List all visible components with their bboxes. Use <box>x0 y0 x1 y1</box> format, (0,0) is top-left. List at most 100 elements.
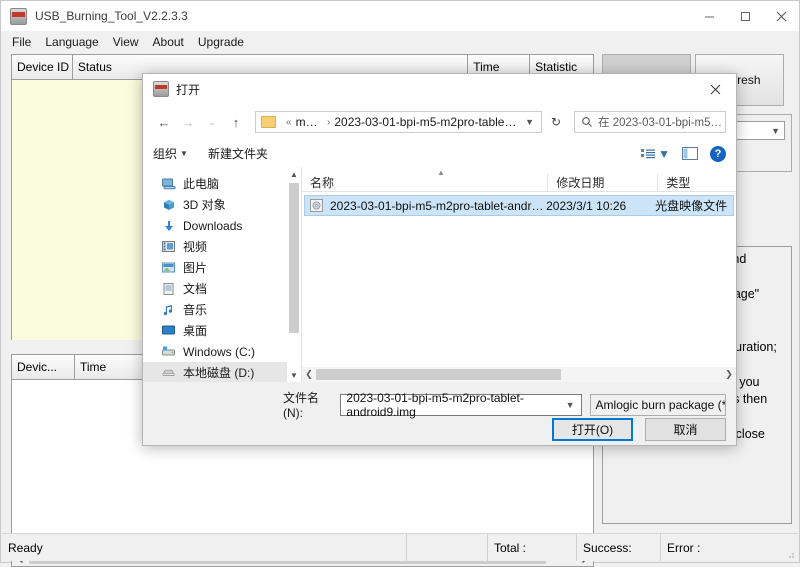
computer-icon <box>161 177 176 191</box>
nav-item-3d-objects[interactable]: 3D 对象 <box>143 194 301 215</box>
filename-value: 2023-03-01-bpi-m5-m2pro-tablet-android9.… <box>346 391 559 419</box>
nav-label: 图片 <box>183 259 207 276</box>
file-row[interactable]: 2023-03-01-bpi-m5-m2pro-tablet-android9.… <box>304 195 734 216</box>
menu-upgrade[interactable]: Upgrade <box>191 32 251 52</box>
navigation-pane[interactable]: 此电脑 3D 对象 Downloads <box>143 167 301 382</box>
dialog-buttons: 打开(O) 取消 <box>552 418 726 441</box>
dialog-command-bar: 组织 ▼ 新建文件夹 ▼ ? <box>143 140 736 168</box>
filetype-value: Amlogic burn package (*.img <box>596 398 726 412</box>
nav-item-videos[interactable]: 视频 <box>143 236 301 257</box>
file-list-pane[interactable]: 名称 修改日期 类型 ▲ 2023-03-01-bpi-m5-m2pro-tab… <box>302 167 736 382</box>
app-title: USB_Burning_Tool_V2.2.3.3 <box>35 9 188 23</box>
application-window: USB_Burning_Tool_V2.2.3.3 File Language … <box>0 0 800 563</box>
minimize-button[interactable] <box>691 1 727 31</box>
filetype-select[interactable]: Amlogic burn package (*.img ▼ <box>590 394 726 416</box>
status-blank <box>407 534 487 561</box>
breadcrumb-2[interactable]: 2023-03-01-bpi-m5-m2pro-tablet-an... <box>334 115 518 129</box>
file-scroll-right-icon[interactable]: ❯ <box>722 367 736 382</box>
column-device-id[interactable]: Device ID <box>12 55 73 79</box>
pictures-icon <box>161 261 176 275</box>
nav-label: Windows (C:) <box>183 345 255 359</box>
nav-item-downloads[interactable]: Downloads <box>143 215 301 236</box>
view-options-button[interactable]: ▼ <box>641 147 670 161</box>
close-button[interactable] <box>763 1 799 31</box>
nav-item-desktop[interactable]: 桌面 <box>143 320 301 341</box>
status-state: Ready <box>2 534 406 561</box>
refresh-icon[interactable]: ↻ <box>544 111 568 133</box>
window-controls <box>691 1 799 31</box>
address-dropdown-icon[interactable]: ▼ <box>518 117 541 127</box>
file-column-modified[interactable]: 修改日期 <box>547 174 657 191</box>
new-folder-button[interactable]: 新建文件夹 <box>208 145 268 162</box>
recent-locations-icon[interactable]: ⌄ <box>201 111 223 133</box>
nav-label: 3D 对象 <box>183 196 226 213</box>
menu-view[interactable]: View <box>106 32 146 52</box>
filename-dropdown-icon[interactable]: ▼ <box>560 400 581 410</box>
maximize-button[interactable] <box>727 1 763 31</box>
drive-icon <box>161 366 176 380</box>
breadcrumb-1[interactable]: m5 ... <box>296 115 323 129</box>
file-type: 光盘映像文件 <box>655 197 733 214</box>
dialog-title: 打开 <box>176 81 200 98</box>
nav-label: 文档 <box>183 280 207 297</box>
downloads-icon <box>161 219 176 233</box>
search-box[interactable]: 在 2023-03-01-bpi-m5-m... <box>574 111 726 133</box>
documents-icon <box>161 282 176 296</box>
caret-down-icon: ▼ <box>180 149 188 158</box>
address-prefix: « <box>286 117 292 128</box>
scroll-up-icon[interactable]: ▲ <box>287 167 301 181</box>
filename-input[interactable]: 2023-03-01-bpi-m5-m2pro-tablet-android9.… <box>340 394 581 416</box>
menu-file[interactable]: File <box>5 32 38 52</box>
videos-icon <box>161 240 176 254</box>
dialog-body: 此电脑 3D 对象 Downloads <box>143 167 736 382</box>
file-hscroll-thumb[interactable] <box>316 369 561 380</box>
nav-item-this-pc[interactable]: 此电脑 <box>143 173 301 194</box>
new-folder-label: 新建文件夹 <box>208 145 268 162</box>
back-icon[interactable]: ← <box>153 111 175 133</box>
log-column-device[interactable]: Devic... <box>12 355 75 379</box>
dialog-titlebar: 打开 <box>143 74 736 104</box>
dialog-app-icon <box>153 81 169 97</box>
cancel-button[interactable]: 取消 <box>645 418 726 441</box>
filename-row: 文件名(N): 2023-03-01-bpi-m5-m2pro-tablet-a… <box>143 389 726 420</box>
folder-icon <box>261 116 276 128</box>
menu-bar: File Language View About Upgrade <box>1 31 799 53</box>
app-logo-icon <box>10 8 27 25</box>
dialog-navbar: ← → ⌄ ↑ « m5 ... › 2023-03-01-bpi-m5-m2p… <box>143 104 736 140</box>
forward-icon[interactable]: → <box>177 111 199 133</box>
file-modified: 2023/3/1 10:26 <box>546 199 655 213</box>
3dobjects-icon <box>161 198 176 212</box>
breadcrumb-separator: › <box>327 117 330 128</box>
navpane-scroll-thumb[interactable] <box>289 183 299 333</box>
file-list-hscrollbar[interactable]: ❮ ❯ <box>302 367 736 382</box>
scroll-down-icon[interactable]: ▼ <box>287 368 301 382</box>
nav-item-local-disk-d[interactable]: 本地磁盘 (D:) <box>143 362 301 382</box>
music-icon <box>161 303 176 317</box>
command-bar-right: ▼ ? <box>641 146 726 162</box>
nav-item-documents[interactable]: 文档 <box>143 278 301 299</box>
file-scroll-left-icon[interactable]: ❮ <box>302 367 316 382</box>
nav-label: Downloads <box>183 219 242 233</box>
help-icon[interactable]: ? <box>710 146 726 162</box>
up-icon[interactable]: ↑ <box>225 111 247 133</box>
navpane-scrollbar[interactable]: ▲ ▼ <box>287 167 301 382</box>
nav-label: 音乐 <box>183 301 207 318</box>
main-titlebar: USB_Burning_Tool_V2.2.3.3 <box>1 1 799 31</box>
nav-item-music[interactable]: 音乐 <box>143 299 301 320</box>
status-success: Success: <box>577 534 660 561</box>
menu-about[interactable]: About <box>146 32 191 52</box>
file-column-type[interactable]: 类型 <box>657 174 736 191</box>
resize-grip-icon[interactable] <box>785 549 795 559</box>
dialog-close-button[interactable] <box>694 74 736 104</box>
preview-pane-icon[interactable] <box>682 147 698 160</box>
organize-button[interactable]: 组织 ▼ <box>153 145 188 162</box>
open-button[interactable]: 打开(O) <box>552 418 633 441</box>
status-error: Error : <box>661 534 798 561</box>
view-caret-icon: ▼ <box>658 147 670 161</box>
menu-language[interactable]: Language <box>38 32 105 52</box>
windows-drive-icon <box>161 345 176 359</box>
file-column-name[interactable]: 名称 <box>302 174 547 191</box>
address-bar[interactable]: « m5 ... › 2023-03-01-bpi-m5-m2pro-table… <box>255 111 542 133</box>
nav-item-windows-c[interactable]: Windows (C:) <box>143 341 301 362</box>
nav-item-pictures[interactable]: 图片 <box>143 257 301 278</box>
